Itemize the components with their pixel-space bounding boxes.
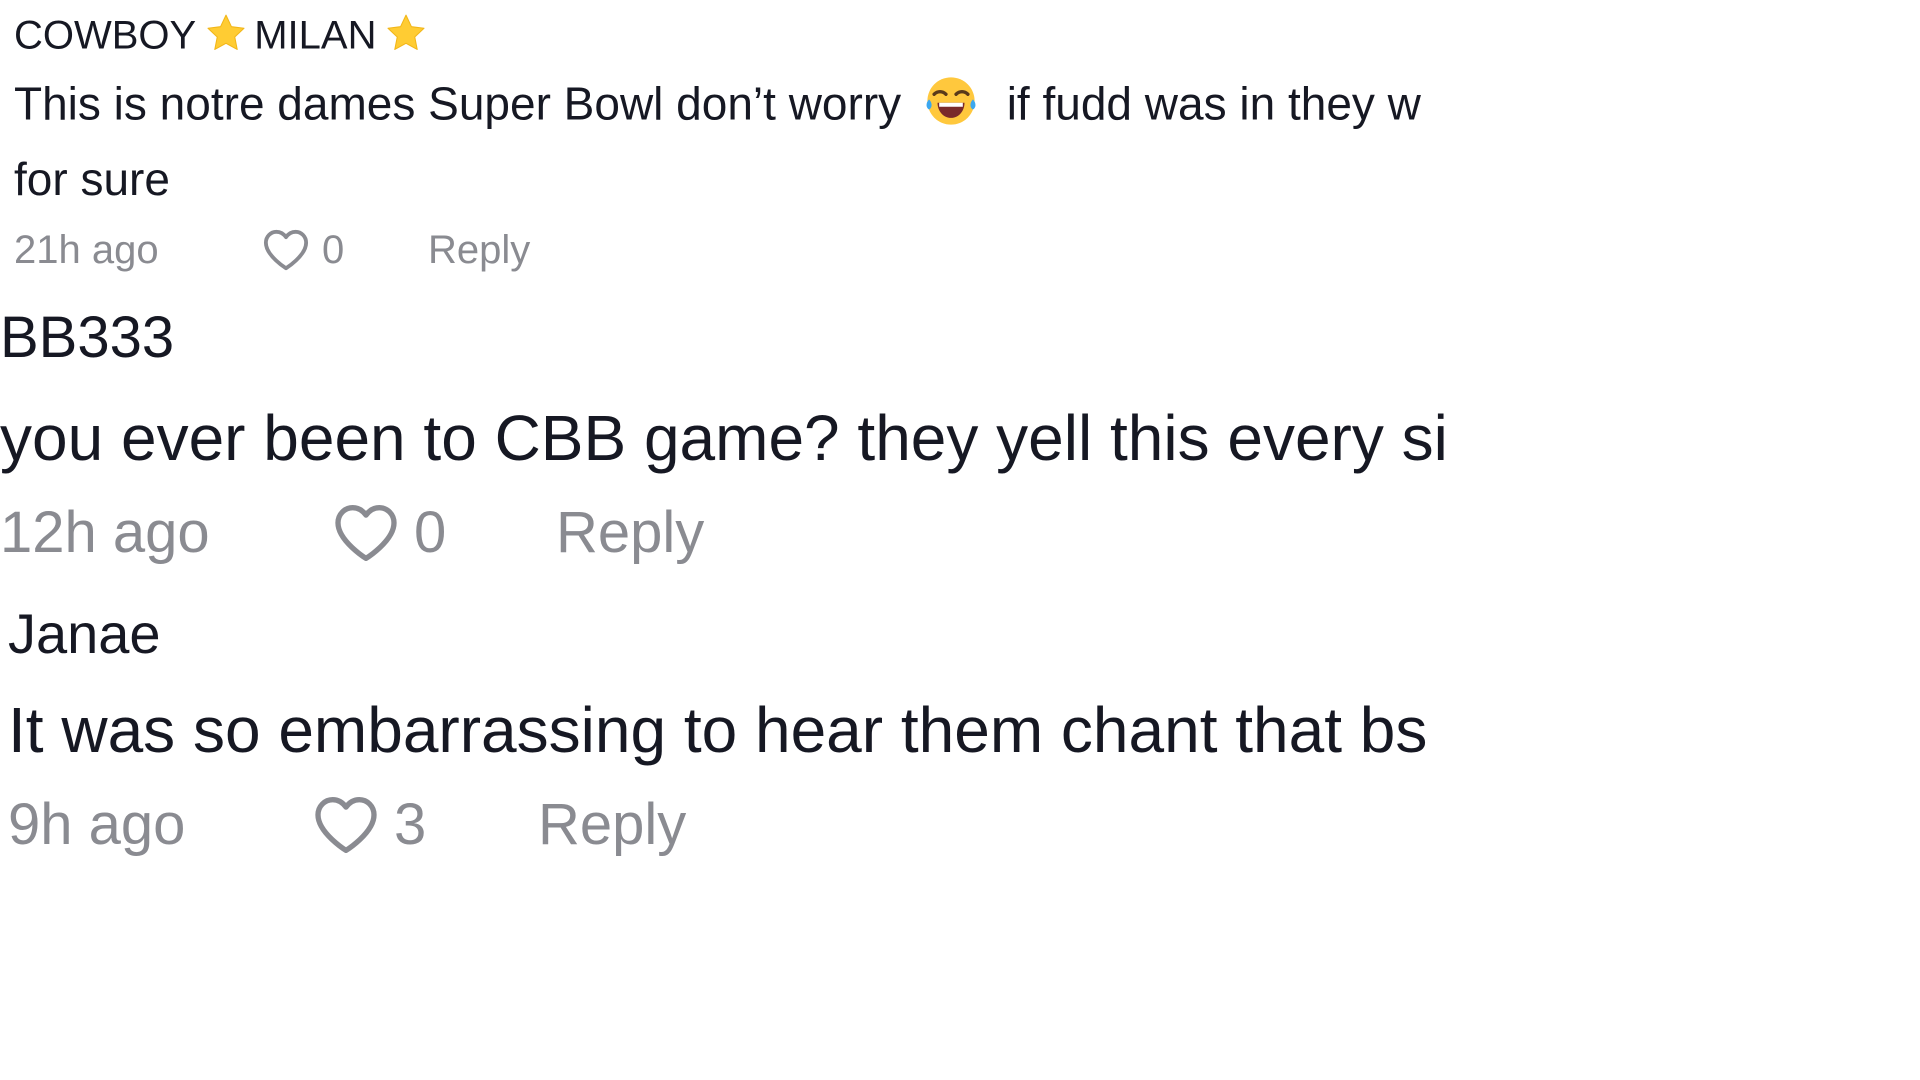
comment-text: you ever been to CBB game? they yell thi…	[0, 402, 1448, 474]
comment-meta: 21h ago 0 Reply	[14, 224, 530, 276]
comment-text: This is notre dames Super Bowl don’t wor…	[14, 74, 1421, 141]
like-button[interactable]: 0	[330, 498, 556, 568]
reply-button[interactable]: Reply	[556, 498, 704, 568]
comment-username[interactable]: Janae	[8, 602, 161, 666]
heart-icon	[315, 797, 377, 853]
heart-icon	[263, 229, 309, 271]
reply-button[interactable]: Reply	[428, 224, 530, 276]
comment-timestamp: 21h ago	[14, 228, 159, 272]
laughing-emoji-icon	[922, 74, 980, 141]
star-icon	[384, 12, 428, 64]
comment-text-part-1: This is notre dames Super Bowl don’t wor…	[14, 77, 902, 130]
reply-button[interactable]: Reply	[538, 790, 686, 860]
comment-text-line-2: for sure	[14, 153, 170, 205]
heart-icon	[335, 505, 397, 561]
star-icon	[204, 12, 248, 64]
like-count: 0	[414, 500, 447, 565]
comments-panel: COWBOY MILAN This is notre dames Super B…	[0, 0, 1568, 882]
username-part-1: COWBOY	[14, 13, 197, 58]
comment-timestamp: 12h ago	[0, 500, 210, 565]
username-part-2: MILAN	[254, 13, 377, 58]
comment-text: It was so embarrassing to hear them chan…	[8, 694, 1428, 766]
like-count: 3	[394, 792, 427, 857]
like-button[interactable]: 3	[310, 790, 538, 860]
like-count: 0	[322, 228, 345, 272]
like-button[interactable]: 0	[260, 224, 428, 276]
comment-username[interactable]: BB333	[0, 306, 174, 370]
comment-meta: 12h ago 0 Reply	[0, 498, 704, 568]
comment-username[interactable]: COWBOY MILAN	[14, 12, 428, 64]
comment-text-part-2: if fudd was in they w	[1006, 77, 1421, 130]
comment-meta: 9h ago 3 Reply	[8, 790, 686, 860]
comment-timestamp: 9h ago	[8, 792, 186, 857]
